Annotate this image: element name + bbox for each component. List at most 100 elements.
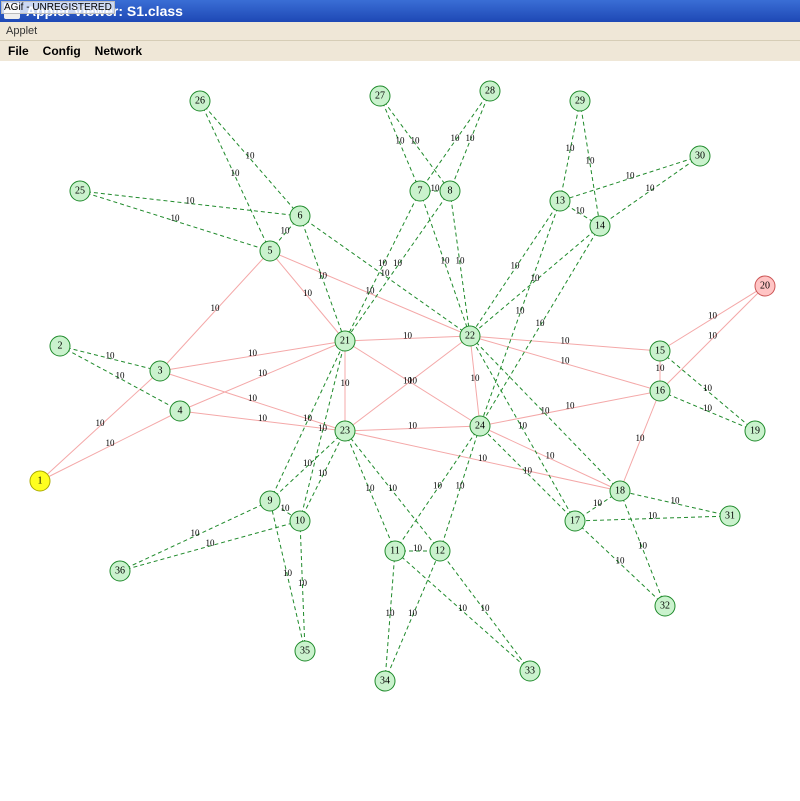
edge-weight-label: 10 — [636, 433, 646, 443]
edge-weight-label: 10 — [211, 303, 221, 313]
edge-weight-label: 10 — [451, 133, 461, 143]
graph-node-label: 23 — [340, 426, 350, 437]
graph-node-label: 14 — [595, 221, 605, 232]
edge-weight-label: 10 — [303, 458, 313, 468]
applet-menu[interactable]: Applet — [0, 22, 800, 41]
edge-weight-label: 10 — [541, 406, 551, 416]
graph-node-label: 34 — [380, 676, 390, 687]
graph-node-label: 19 — [750, 426, 760, 437]
edge-weight-label: 10 — [671, 496, 681, 506]
edge-weight-label: 10 — [403, 376, 413, 386]
edge-weight-label: 10 — [441, 256, 451, 266]
edge-weight-label: 10 — [523, 466, 533, 476]
applet-menu-label[interactable]: Applet — [6, 25, 37, 37]
graph-node-label: 32 — [660, 601, 670, 612]
edge-weight-label: 10 — [258, 368, 268, 378]
edge-weight-label: 10 — [303, 288, 313, 298]
edge-weight-label: 10 — [116, 371, 126, 381]
graph-node-label: 17 — [570, 516, 580, 527]
graph-node-label: 15 — [655, 346, 665, 357]
graph-canvas[interactable]: 10 10 10 10 10 10 10 10 10 10 10 10 10 10 10 10 10 10 10 10… — [0, 61, 800, 801]
edge-weight-label: 10 — [186, 196, 196, 206]
edge-weight-label: 10 — [431, 183, 441, 193]
graph-node-label: 22 — [465, 331, 475, 342]
graph-node-label: 36 — [115, 566, 125, 577]
graph-node-label: 18 — [615, 486, 625, 497]
edge-weight-label: 10 — [366, 286, 376, 296]
edge-weight-label: 10 — [413, 543, 423, 553]
graph-node-label: 25 — [75, 186, 85, 197]
edge-weight-label: 10 — [511, 261, 521, 271]
edge-weight-label: 10 — [366, 483, 376, 493]
graph-node-label: 13 — [555, 196, 565, 207]
edge-weight-label: 10 — [703, 403, 713, 413]
edge-weight-label: 10 — [518, 421, 528, 431]
graph-node-label: 26 — [195, 96, 205, 107]
edge-weight-label: 10 — [171, 213, 181, 223]
graph-node-label: 1 — [38, 476, 43, 487]
edge-weight-label: 10 — [381, 268, 391, 278]
window-titlebar[interactable]: Applet Viewer: S1.class — [0, 0, 800, 22]
graph-node-label: 21 — [340, 336, 350, 347]
edge-weight-label: 10 — [458, 603, 468, 613]
edge-weight-label: 10 — [593, 498, 603, 508]
graph-node-label: 29 — [575, 96, 585, 107]
edge-weight-label: 10 — [283, 568, 293, 578]
edge-weight-label: 10 — [576, 206, 586, 216]
edge-weight-label: 10 — [408, 608, 418, 618]
edge-weight-label: 10 — [481, 603, 491, 613]
graph-node-label: 4 — [178, 406, 183, 417]
edge-weight-label: 10 — [388, 483, 398, 493]
canvas-menubar: File Config Network — [0, 41, 800, 61]
edge-weight-label: 10 — [586, 156, 596, 166]
graph-node-label: 9 — [268, 496, 273, 507]
edge-weight-label: 10 — [561, 336, 571, 346]
edge-weight-label: 10 — [546, 451, 556, 461]
edge-weight-label: 10 — [516, 306, 526, 316]
edge-weight-label: 10 — [231, 168, 241, 178]
graph-node-label: 27 — [375, 91, 385, 102]
edge-weight-label: 10 — [646, 183, 656, 193]
edge-weight-label: 10 — [281, 226, 291, 236]
edge-weight-label: 10 — [281, 503, 291, 513]
graph-node-label: 35 — [300, 646, 310, 657]
edge-weight-label: 10 — [626, 171, 636, 181]
graph-node-label: 24 — [475, 421, 485, 432]
edge-weight-label: 10 — [303, 413, 313, 423]
edge-weight-label: 10 — [408, 421, 418, 431]
edge-weight-label: 10 — [318, 468, 328, 478]
edge-weight-label: 10 — [393, 258, 403, 268]
menu-network[interactable]: Network — [95, 44, 142, 58]
graph-node-label: 8 — [448, 186, 453, 197]
edge-weight-label: 10 — [656, 363, 666, 373]
edge-weight-label: 10 — [403, 331, 413, 341]
graph-node-label: 7 — [418, 186, 423, 197]
graph-node-label: 20 — [760, 281, 770, 292]
gif-watermark: AGif - UNREGISTERED — [1, 1, 115, 14]
edge-weight-label: 10 — [536, 318, 546, 328]
edge-weight-label: 10 — [566, 401, 576, 411]
menu-file[interactable]: File — [8, 44, 29, 58]
graph-node-label: 5 — [268, 246, 273, 257]
edge-weight-label: 10 — [703, 383, 713, 393]
edge-weight-label: 10 — [318, 271, 328, 281]
graph-node-label: 16 — [655, 386, 665, 397]
graph-node-label: 33 — [525, 666, 535, 677]
edge-weight-label: 10 — [246, 151, 256, 161]
edge-weight-label: 10 — [106, 351, 116, 361]
edge-weight-label: 10 — [318, 423, 328, 433]
edge-weight-label: 10 — [478, 453, 488, 463]
edge-weight-label: 10 — [248, 393, 258, 403]
graph-node-label: 3 — [158, 366, 163, 377]
menu-config[interactable]: Config — [43, 44, 81, 58]
graph-node-label: 2 — [58, 341, 63, 352]
edge-weight-label: 10 — [708, 311, 718, 321]
edge-weight-label: 10 — [648, 511, 658, 521]
edge-weight-label: 10 — [433, 481, 443, 491]
edge-weight-label: 10 — [96, 418, 106, 428]
graph-node-label: 11 — [390, 546, 400, 557]
graph-node-label: 28 — [485, 86, 495, 97]
edge-weight-label: 10 — [298, 578, 308, 588]
graph-node-label: 12 — [435, 546, 445, 557]
edge-weight-label: 10 — [561, 356, 571, 366]
